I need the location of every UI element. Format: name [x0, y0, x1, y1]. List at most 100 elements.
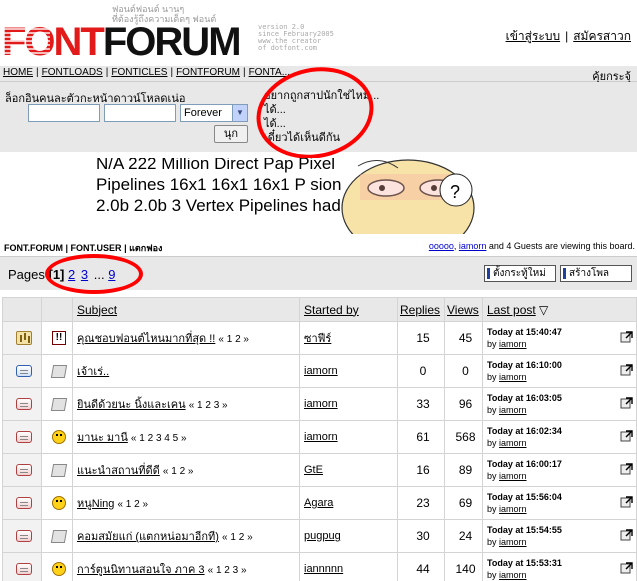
sort-started-by-link[interactable]: Started by: [304, 303, 359, 317]
topic-link[interactable]: มานะ มานี: [77, 432, 128, 444]
page-link-2[interactable]: 2: [68, 267, 75, 282]
last-post-user-link[interactable]: iamorn: [499, 438, 527, 448]
topic-link[interactable]: คุณชอบฟอนต์ไหนมากที่สุด !!: [77, 333, 215, 345]
topic-status-cell: [2, 552, 42, 581]
topic-pages[interactable]: « 1 2 3 4 5 »: [131, 433, 187, 444]
header-started-by[interactable]: Started by: [299, 297, 398, 322]
topic-author-cell: pugpug: [299, 519, 398, 553]
topic-link[interactable]: แนะนำสถานที่ดีดี: [77, 465, 160, 477]
last-post-by: by: [487, 537, 497, 547]
nav-home[interactable]: HOME: [3, 67, 33, 78]
header-views[interactable]: Views: [444, 297, 483, 322]
topic-link[interactable]: หนูNing: [77, 498, 114, 510]
topic-pages[interactable]: « 1 2 »: [222, 532, 253, 543]
topic-pages[interactable]: « 1 2 3 »: [189, 400, 228, 411]
breadcrumb-extra[interactable]: แตกฟอง: [129, 243, 162, 253]
separator: |: [105, 67, 109, 78]
login-link[interactable]: เข้าสู่ระบบ: [506, 29, 561, 43]
table-row: หนูNing « 1 2 » Agara 23 69 Today at 15:56:0…: [2, 486, 637, 520]
author-link[interactable]: iamorn: [304, 431, 338, 443]
header-icon-col: [2, 297, 42, 322]
table-row: ยินดีด้วยนะ นิ้งและเคน « 1 2 3 » iamorn 33…: [2, 387, 637, 421]
go-to-last-post-icon[interactable]: [620, 330, 634, 344]
header-subject[interactable]: Subject: [72, 297, 300, 322]
header-replies[interactable]: Replies: [397, 297, 445, 322]
topic-status-cell: [2, 354, 42, 388]
password-input[interactable]: [104, 104, 176, 122]
sort-last-post-link[interactable]: Last post: [487, 303, 536, 317]
nav-fontforum[interactable]: FONTFORUM: [176, 67, 240, 78]
annotation-notes: อยากถูกสาปนักใช่ไหม... ได้... ได้... เดี…: [264, 89, 379, 145]
last-post-user-link[interactable]: iamorn: [499, 372, 527, 382]
replies-count: 44: [397, 552, 445, 581]
new-topic-button[interactable]: ตั้งกระทู้ใหม่: [484, 265, 556, 282]
viewer-link[interactable]: ooooo: [429, 241, 454, 251]
go-to-last-post-icon[interactable]: [620, 495, 634, 509]
topic-status-cell: [2, 321, 42, 355]
last-post-user-link[interactable]: iamorn: [499, 405, 527, 415]
replies-count: 16: [397, 453, 445, 487]
viewer-link[interactable]: iamorn: [459, 241, 487, 251]
author-link[interactable]: pugpug: [304, 530, 341, 542]
page-link-last[interactable]: 9: [108, 267, 115, 282]
breadcrumb-user[interactable]: FONT.USER: [71, 243, 122, 253]
author-link[interactable]: ซาฟีร์: [304, 333, 331, 345]
last-post-user-link[interactable]: iamorn: [499, 570, 527, 580]
go-to-last-post-icon[interactable]: [620, 561, 634, 575]
breadcrumb-forum[interactable]: FONT.FORUM: [4, 243, 63, 253]
author-link[interactable]: iamorn: [304, 365, 338, 377]
topic-link[interactable]: ยินดีด้วยนะ นิ้งและเคน: [77, 399, 186, 411]
last-post-user-link[interactable]: iamorn: [499, 537, 527, 547]
last-post-user-link[interactable]: iamorn: [499, 504, 527, 514]
replies-count: 0: [397, 354, 445, 388]
sort-subject-link[interactable]: Subject: [77, 303, 117, 317]
topic-link[interactable]: คอมสมัยแก่ (แตกหน่อมาอีกที): [77, 531, 219, 543]
sort-replies-link[interactable]: Replies: [400, 303, 440, 317]
nav-fonta[interactable]: FONTA...: [249, 67, 290, 78]
header: ฟอนต์ฟอนต์ นานๆ ที่ต้องรู้ถึงความเด็ดๆ ฟ…: [0, 0, 637, 66]
document-icon: [50, 529, 68, 543]
topic-pages[interactable]: « 1 2 »: [218, 334, 249, 345]
last-post-cell: Today at 16:02:34 by iamorn: [482, 420, 637, 454]
header-last-post[interactable]: Last post ▽: [482, 297, 637, 322]
topic-link[interactable]: การ์ตูนนิทานสอนใจ ภาค 3: [77, 564, 205, 576]
last-post-time: Today at 15:56:04: [487, 492, 562, 502]
author-link[interactable]: iannnnn: [304, 563, 343, 575]
username-input[interactable]: [28, 104, 100, 122]
banner-ad[interactable]: N/A 222 Million Direct Pap Pixel Pipelin…: [90, 158, 556, 224]
site-logo[interactable]: FONTFORUM: [2, 20, 242, 64]
go-to-last-post-icon[interactable]: [620, 396, 634, 410]
version-info: version 2.0 since February2005 www.the c…: [258, 24, 334, 52]
author-link[interactable]: Agara: [304, 497, 333, 509]
topic-type-cell: [41, 486, 73, 520]
go-to-last-post-icon[interactable]: [620, 363, 634, 377]
last-post-user-link[interactable]: iamorn: [499, 471, 527, 481]
topic-type-cell: !!: [41, 321, 73, 355]
session-duration-select[interactable]: Forever ▼: [180, 104, 248, 122]
table-row: แนะนำสถานที่ดีดี « 1 2 » GtE 16 89 Today at …: [2, 453, 637, 487]
topic-pages[interactable]: « 1 2 »: [117, 499, 148, 510]
views-count: 69: [444, 486, 483, 520]
author-link[interactable]: GtE: [304, 464, 323, 476]
views-count: 568: [444, 420, 483, 454]
nav-fontloads[interactable]: FONTLOADS: [42, 67, 103, 78]
page-link-3[interactable]: 3: [81, 267, 88, 282]
sort-views-link[interactable]: Views: [447, 303, 479, 317]
register-link[interactable]: สมัครสาวก: [573, 29, 631, 43]
nav-fonticles[interactable]: FONTICLES: [111, 67, 167, 78]
topic-pages[interactable]: « 1 2 3 »: [208, 565, 247, 576]
table-row: คอมสมัยแก่ (แตกหน่อมาอีกที) « 1 2 » pugpu…: [2, 519, 637, 553]
last-post-user-link[interactable]: iamorn: [499, 339, 527, 349]
go-to-last-post-icon[interactable]: [620, 462, 634, 476]
topic-link[interactable]: เจ้าเร่..: [77, 366, 109, 378]
new-poll-button[interactable]: สร้างโพล: [560, 265, 632, 282]
board-info-strip: FONT.FORUM | FONT.USER | แตกฟอง ooooo, i…: [0, 238, 637, 255]
topic-type-cell: [41, 354, 73, 388]
topic-pages[interactable]: « 1 2 »: [163, 466, 194, 477]
banner-line: 2.0b 2.0b 3 Vertex Pipelines hader: [96, 196, 356, 215]
last-post-cell: Today at 15:53:31 by iamorn: [482, 552, 637, 581]
go-to-last-post-icon[interactable]: [620, 429, 634, 443]
go-to-last-post-icon[interactable]: [620, 528, 634, 542]
login-submit-button[interactable]: นุก: [214, 125, 248, 143]
author-link[interactable]: iamorn: [304, 398, 338, 410]
